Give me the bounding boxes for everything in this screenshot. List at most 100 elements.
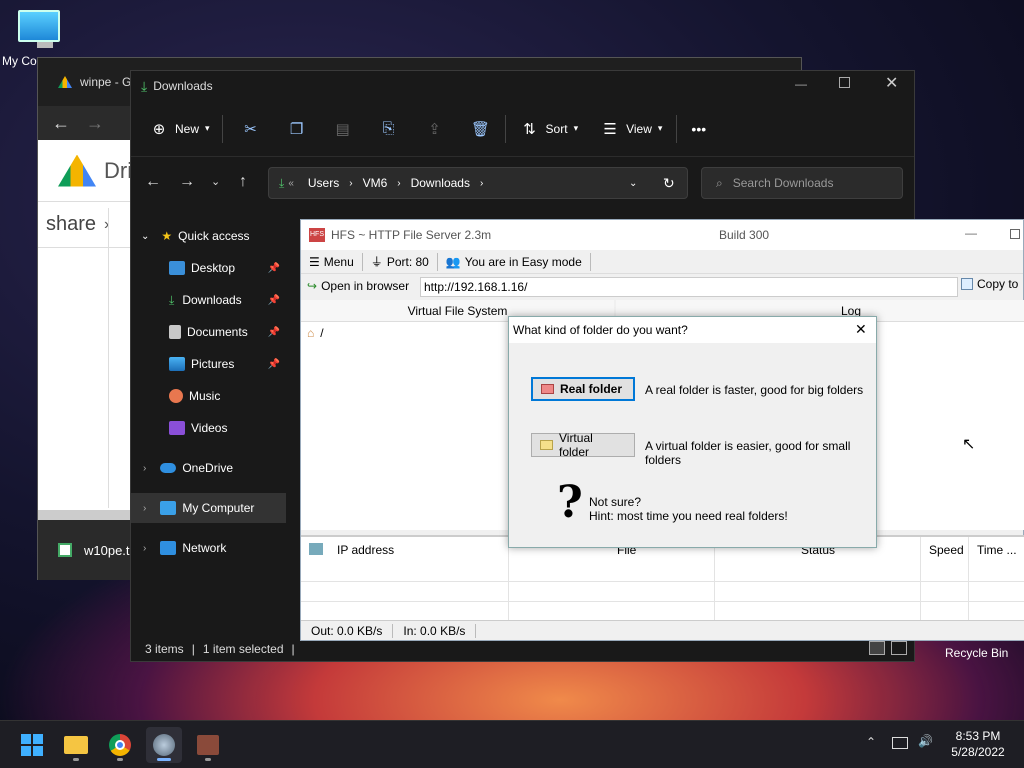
delete-icon[interactable]: 🗑 [471,119,491,139]
taskbar-app-network-tool[interactable] [146,727,182,763]
taskbar-chrome[interactable] [102,727,138,763]
desktop-icon-recycle-bin[interactable]: Recycle Bin [945,646,1008,660]
col-speed[interactable]: Speed [921,537,969,623]
col-file[interactable]: File [509,537,715,623]
maximize-icon[interactable] [839,77,850,88]
new-button[interactable]: ⊕ New ▾ [149,119,210,139]
windows-logo-icon [21,734,43,756]
address-segment-downloads[interactable]: Downloads [411,176,470,190]
folder-type-dialog[interactable]: What kind of folder do you want? ✕ Real … [508,316,877,548]
pin-icon[interactable]: 📌 [268,295,280,306]
search-input[interactable]: ⌕ Search Downloads [701,167,903,199]
close-icon[interactable]: ✕ [885,73,898,93]
virtual-folder-label: Virtual folder [558,431,593,459]
hfs-logo-icon: HFS [309,228,325,242]
nav-documents[interactable]: Documents 📌 [131,317,286,347]
address-segment-vm6[interactable]: VM6 [363,176,388,190]
address-segment-users[interactable]: Users [308,176,339,190]
nav-pictures[interactable]: Pictures 📌 [131,349,286,379]
show-hidden-icons-icon[interactable]: ⌃ [866,735,876,749]
running-indicator [157,758,171,761]
question-mark-icon: ? [557,477,583,528]
chevron-right-icon: › [143,462,147,474]
volume-icon[interactable]: 🔊 [918,734,933,748]
drive-label: Dri [104,157,133,183]
network-status-icon[interactable] [892,737,908,749]
breadcrumb-share[interactable]: share [46,213,96,236]
download-item-name[interactable]: w10pe.t [84,543,130,558]
menu-label: Menu [323,254,354,269]
minimize-icon[interactable]: — [965,226,977,240]
nav-downloads[interactable]: ⤓ Downloads 📌 [131,285,286,315]
window-title: Downloads [153,79,213,93]
toolbar-divider [676,114,678,143]
dialog-title: What kind of folder do you want? [513,323,688,337]
row-divider [301,581,1024,582]
back-icon[interactable]: ← [145,173,161,191]
network-computer-icon [309,543,323,555]
music-icon [169,389,183,403]
open-browser-button[interactable]: ↪ Open in browser [307,279,409,293]
taskbar-hfs[interactable] [190,727,226,763]
more-options-icon[interactable]: ••• [691,121,706,137]
details-view-icon[interactable] [869,641,885,655]
menu-button[interactable]: ☰ Menu [301,252,363,271]
chrome-scrollbar[interactable] [38,510,132,520]
clock[interactable]: 8:53 PM 5/28/2022 [948,729,1008,759]
cut-icon[interactable]: ✂ [241,119,261,139]
nav-onedrive[interactable]: › OneDrive [131,453,286,483]
open-arrow-icon: ↪ [307,279,318,293]
col-status[interactable]: Status [715,537,921,623]
chrome-icon [109,734,131,756]
back-icon[interactable]: ← [52,113,70,134]
maximize-icon[interactable] [1010,229,1020,239]
virtual-folder-icon [540,440,553,450]
close-icon[interactable]: ✕ [855,321,867,338]
nav-quick-access[interactable]: ⌄ ★ Quick access [131,221,286,251]
url-field[interactable]: http://192.168.1.16/ [420,277,958,297]
rename-icon[interactable]: ⎘ [379,119,399,139]
minimize-icon[interactable]: — [795,77,807,91]
virtual-folder-description: A virtual folder is easier, good for sma… [645,439,851,467]
open-browser-label: Open in browser [321,279,410,293]
nav-desktop[interactable]: Desktop 📌 [131,253,286,283]
nav-network[interactable]: › Network [131,533,286,563]
start-button[interactable] [14,727,50,763]
copy-to-button[interactable]: Copy to [961,277,1018,291]
large-icons-view-icon[interactable] [891,641,907,655]
chrome-tab-title[interactable]: winpe - G [80,75,131,89]
refresh-icon[interactable]: ↻ [663,175,675,192]
forward-icon[interactable]: → [86,113,104,134]
pin-icon[interactable]: 📌 [268,263,280,274]
address-bar[interactable]: ⤓ « Users › VM6 › Downloads › ⌄ ↻ [268,167,688,199]
port-button[interactable]: ⏚ Port: 80 [363,252,438,271]
chevron-right-icon: › [479,177,484,189]
virtual-folder-button[interactable]: Virtual folder [531,431,635,459]
sort-button[interactable]: ⇅ Sort ▾ [520,119,578,139]
chevron-down-icon: ⌄ [141,230,150,242]
forward-icon[interactable]: → [179,173,195,191]
share-icon[interactable]: ⇪ [425,119,445,139]
hint-text: Hint: most time you need real folders! [589,509,788,523]
view-button[interactable]: ☰ View ▾ [600,119,662,139]
download-arrow-icon: ⤓ [141,77,148,94]
copy-icon[interactable]: ❐ [287,119,307,139]
google-drive-icon [58,76,72,88]
taskbar-file-explorer[interactable] [58,727,94,763]
col-time[interactable]: Time ... [969,537,1024,623]
address-dropdown-icon[interactable]: ⌄ [629,178,637,189]
recent-locations-icon[interactable]: ⌄ [211,175,220,188]
nav-music[interactable]: Music [131,381,286,411]
pin-icon[interactable]: 📌 [268,327,280,338]
paste-icon[interactable]: ▤ [333,119,353,139]
nav-label: Documents [187,325,248,339]
real-folder-button[interactable]: Real folder [531,377,635,401]
up-icon[interactable]: ↑ [239,173,247,191]
computer-icon [160,501,177,515]
col-ip[interactable]: IP address [301,537,509,623]
running-indicator [205,758,211,761]
nav-videos[interactable]: Videos [131,413,286,443]
pin-icon[interactable]: 📌 [268,359,280,370]
mode-button[interactable]: 👥 You are in Easy mode [438,252,591,271]
nav-my-computer[interactable]: › My Computer [131,493,286,523]
